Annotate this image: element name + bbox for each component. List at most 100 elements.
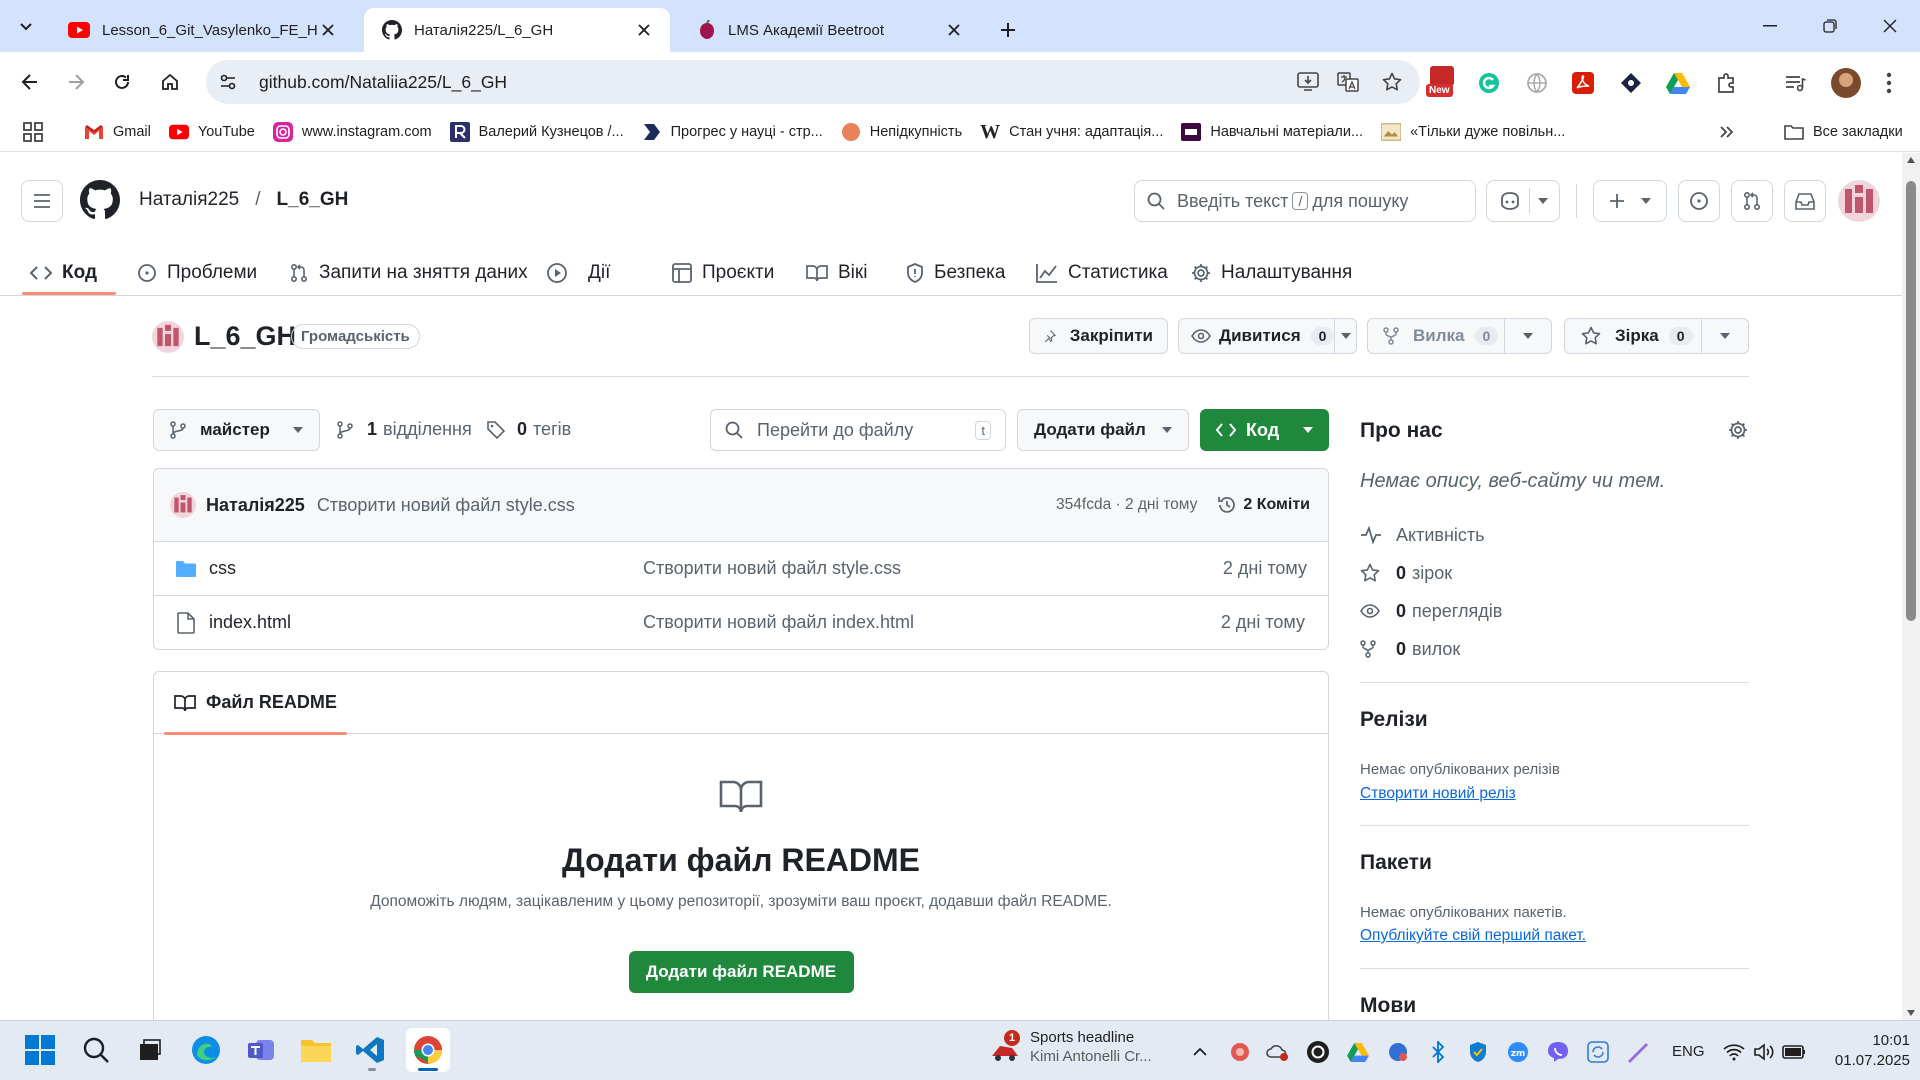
file-commit-message[interactable]: Створити новий файл style.css bbox=[643, 558, 901, 579]
commits-link[interactable]: 2 Коміти bbox=[1243, 496, 1310, 514]
bookmark-integrity[interactable]: Непідкупність bbox=[835, 116, 968, 148]
volume-icon[interactable] bbox=[1752, 1040, 1776, 1064]
pull-requests-button[interactable] bbox=[1731, 180, 1773, 222]
tab-code[interactable]: Код bbox=[30, 250, 97, 296]
table-row[interactable]: css Створити новий файл style.css 2 дні … bbox=[154, 541, 1328, 595]
taskbar-search[interactable] bbox=[76, 1030, 116, 1070]
edge-app[interactable] bbox=[186, 1030, 226, 1070]
tray-onedrive-off-icon[interactable] bbox=[1266, 1040, 1290, 1064]
star-dropdown[interactable] bbox=[1702, 333, 1748, 339]
explorer-app[interactable] bbox=[296, 1030, 336, 1070]
issues-button[interactable] bbox=[1678, 180, 1720, 222]
all-bookmarks[interactable]: Все закладки bbox=[1778, 116, 1909, 148]
viber-icon[interactable] bbox=[1546, 1040, 1570, 1064]
watchers-link[interactable]: 0 переглядів bbox=[1360, 592, 1750, 630]
publish-package-link[interactable]: Опублікуйте свій перший пакет. bbox=[1360, 927, 1586, 945]
close-tab-icon[interactable] bbox=[944, 20, 964, 40]
minimize-button[interactable] bbox=[1740, 0, 1800, 52]
go-to-file-input[interactable]: Перейти до файлу t bbox=[710, 409, 1006, 451]
file-commit-message[interactable]: Створити новий файл index.html bbox=[643, 612, 914, 633]
browser-tab[interactable]: Lesson_6_Git_Vasylenko_FE_Helvet bbox=[50, 8, 354, 52]
releases-title[interactable]: Релізи bbox=[1360, 708, 1428, 732]
browser-tab-active[interactable]: Наталія225/L_6_GH bbox=[364, 8, 670, 52]
tab-insights[interactable]: Статистика bbox=[1036, 250, 1168, 296]
scrollbar[interactable] bbox=[1902, 153, 1920, 1020]
about-settings-icon[interactable] bbox=[1728, 420, 1748, 440]
tray-github-icon[interactable] bbox=[1306, 1040, 1330, 1064]
media-controls-icon[interactable] bbox=[1784, 72, 1806, 94]
branch-selector[interactable]: майстер bbox=[153, 409, 320, 451]
close-tab-icon[interactable] bbox=[318, 20, 338, 40]
tags-link[interactable]: 0 тегів bbox=[487, 419, 571, 440]
create-new-button[interactable] bbox=[1593, 180, 1667, 222]
news-widget[interactable]: 1 Sports headline Kimi Antonelli Cr... bbox=[990, 1028, 1152, 1066]
watch-dropdown[interactable] bbox=[1335, 333, 1356, 339]
battery-icon[interactable] bbox=[1782, 1040, 1806, 1064]
profile-avatar[interactable] bbox=[1831, 68, 1861, 98]
bookmark-slowly[interactable]: «Тільки дуже повільн... bbox=[1375, 116, 1571, 148]
new-tab-button[interactable] bbox=[990, 12, 1026, 48]
clock[interactable]: 10:01 01.07.2025 bbox=[1820, 1031, 1910, 1071]
commit-message[interactable]: Створити новий файл style.css bbox=[317, 495, 575, 516]
repo-title[interactable]: L_6_GH bbox=[194, 321, 296, 352]
tab-projects[interactable]: Проєкти bbox=[672, 250, 774, 296]
zoom-icon[interactable]: zm bbox=[1506, 1040, 1530, 1064]
stars-link[interactable]: 0 зірок bbox=[1360, 554, 1750, 592]
more-menu-icon[interactable] bbox=[1886, 72, 1892, 94]
globe-extension-icon[interactable] bbox=[1526, 72, 1548, 94]
search-input[interactable]: Введіть текст / для пошуку bbox=[1134, 180, 1476, 222]
add-file-button[interactable]: Додати файл bbox=[1017, 409, 1189, 451]
acrobat-icon[interactable] bbox=[1572, 72, 1594, 94]
translate-icon[interactable] bbox=[1326, 72, 1370, 92]
extension-new-icon[interactable]: New bbox=[1426, 64, 1458, 102]
tab-wiki[interactable]: Вікі bbox=[806, 250, 867, 296]
grammarly-icon[interactable] bbox=[1478, 72, 1500, 94]
bookmark-materials[interactable]: Навчальні матеріали... bbox=[1175, 116, 1369, 148]
install-app-icon[interactable] bbox=[1290, 72, 1326, 92]
watch-button[interactable]: Дивитися 0 bbox=[1178, 318, 1357, 354]
url-text[interactable]: github.com/Nataliia225/L_6_GH bbox=[259, 72, 507, 93]
owner-link[interactable]: Наталія225 bbox=[139, 189, 239, 211]
commit-hash-time[interactable]: 354fcda · 2 дні тому bbox=[1056, 496, 1197, 514]
bluetooth-icon[interactable] bbox=[1426, 1040, 1450, 1064]
tab-search-button[interactable] bbox=[8, 8, 44, 44]
global-menu-button[interactable] bbox=[21, 180, 63, 222]
bookmark-progress[interactable]: Прогрес у науці - стр... bbox=[636, 116, 829, 148]
wifi-icon[interactable] bbox=[1722, 1040, 1746, 1064]
bookmark-kuznetsov[interactable]: Валерий Кузнецов /... bbox=[444, 116, 630, 148]
site-info-icon[interactable] bbox=[211, 65, 245, 99]
bookmark-gmail[interactable]: Gmail bbox=[78, 116, 157, 148]
tab-issues[interactable]: Проблеми bbox=[137, 250, 257, 296]
file-name[interactable]: css bbox=[209, 558, 643, 579]
commit-author[interactable]: Наталія225 bbox=[206, 495, 305, 516]
table-row[interactable]: index.html Створити новий файл index.htm… bbox=[154, 595, 1328, 649]
bookmark-instagram[interactable]: www.instagram.com bbox=[267, 116, 438, 148]
add-readme-button[interactable]: Додати файл README bbox=[628, 951, 854, 993]
diamond-extension-icon[interactable] bbox=[1620, 72, 1642, 94]
forks-link[interactable]: 0 вилок bbox=[1360, 630, 1750, 668]
tray-drive-icon[interactable] bbox=[1346, 1040, 1370, 1064]
copilot-button[interactable] bbox=[1486, 180, 1560, 222]
tray-app-icon[interactable] bbox=[1228, 1040, 1252, 1064]
restore-button[interactable] bbox=[1800, 0, 1860, 52]
close-window-button[interactable] bbox=[1860, 0, 1920, 52]
apps-grid-icon[interactable] bbox=[22, 121, 44, 143]
pin-button[interactable]: Закріпити bbox=[1029, 318, 1168, 354]
github-logo[interactable] bbox=[80, 180, 120, 220]
back-button[interactable] bbox=[10, 62, 50, 102]
home-button[interactable] bbox=[150, 62, 190, 102]
start-button[interactable] bbox=[20, 1030, 60, 1070]
address-bar[interactable]: github.com/Nataliia225/L_6_GH bbox=[206, 60, 1420, 104]
extensions-puzzle-icon[interactable] bbox=[1716, 72, 1738, 94]
packages-title[interactable]: Пакети bbox=[1360, 851, 1432, 875]
readme-tab[interactable]: Файл README bbox=[164, 672, 347, 735]
tab-security[interactable]: Безпека bbox=[906, 250, 1005, 296]
fork-dropdown[interactable] bbox=[1505, 333, 1551, 339]
code-button[interactable]: Код bbox=[1200, 409, 1329, 451]
activity-link[interactable]: Активність bbox=[1360, 516, 1750, 554]
fork-button[interactable]: Вилка 0 bbox=[1367, 318, 1552, 354]
star-button[interactable]: Зірка 0 bbox=[1564, 318, 1749, 354]
show-hidden-icons[interactable] bbox=[1188, 1040, 1212, 1064]
teams-app[interactable] bbox=[242, 1030, 282, 1070]
bookmark-youtube[interactable]: YouTube bbox=[163, 116, 261, 148]
